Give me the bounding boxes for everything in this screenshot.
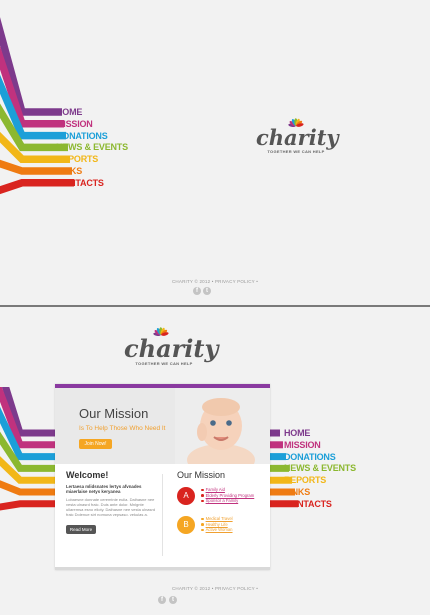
welcome-lead: Lertaesa mlidsnates lertys afvnades miae… [66, 484, 142, 495]
flower-logo-icon [288, 118, 304, 128]
welcome-title: Welcome! [66, 470, 109, 480]
mission-list-b: Medical Travel Healthy Life Active Woman [201, 516, 233, 533]
facebook-icon[interactable]: f [193, 287, 201, 295]
nav-item[interactable]: REPORTS [56, 154, 128, 166]
brand-tagline: TOGETHER WE CAN HELP [267, 149, 325, 154]
mission-list-a: Family Aid Elderly Providing Program Spo… [201, 487, 254, 504]
main-nav: HOME MISSION DONATIONS NEWS & EVENTS REPORTS… [284, 428, 356, 511]
nav-item[interactable]: NEWS & EVENTS [284, 463, 356, 475]
brand-tagline: TOGETHER WE CAN HELP [135, 361, 193, 366]
logo: charity TOGETHER WE CAN HELP [124, 325, 218, 375]
footer: CHARITY © 2012 • PRIVACY POLICY • [0, 279, 430, 284]
join-now-button[interactable]: Join Now! [79, 439, 112, 449]
footer-text: CHARITY © 2012 • PRIVACY POLICY • [171, 586, 258, 591]
nav-item[interactable]: CONTACTS [284, 499, 356, 511]
nav-item[interactable]: CONTACTS [56, 178, 128, 190]
nav-item[interactable]: MISSION [56, 119, 128, 131]
template-preview-top: HOME MISSION DONATIONS NEWS & EVENTS REPORTS… [0, 0, 430, 305]
card-bottom-bar [55, 567, 270, 570]
column-divider [162, 474, 163, 556]
hero-title: Our Mission [79, 406, 149, 421]
nav-item[interactable]: LINKS [56, 166, 128, 178]
main-nav: HOME MISSION DONATIONS NEWS & EVENTS REPORTS… [56, 107, 128, 190]
footer-text: CHARITY © 2012 • PRIVACY POLICY • [171, 279, 258, 284]
mission-link[interactable]: Sponsor a Family [201, 498, 254, 504]
twitter-icon[interactable]: t [203, 287, 211, 295]
nav-item[interactable]: DONATIONS [284, 452, 356, 464]
mission-badge-a: A [177, 487, 195, 505]
nav-item[interactable]: MISSION [284, 440, 356, 452]
facebook-icon[interactable]: f [158, 596, 166, 604]
nav-item[interactable]: HOME [284, 428, 356, 440]
nav-item[interactable]: LINKS [284, 487, 356, 499]
content-card: Our Mission Is To Help Those Who Need It… [55, 384, 270, 570]
mission-title: Our Mission [177, 470, 226, 480]
footer: CHARITY © 2012 • PRIVACY POLICY • [0, 586, 430, 591]
hero-banner: Our Mission Is To Help Those Who Need It… [55, 388, 270, 464]
hero-subtitle: Is To Help Those Who Need It [79, 425, 166, 432]
nav-item[interactable]: DONATIONS [56, 131, 128, 143]
nav-item[interactable]: REPORTS [284, 475, 356, 487]
mission-badge-b: B [177, 516, 195, 534]
ribbon-stripe [0, 500, 60, 511]
logo: charity TOGETHER WE CAN HELP [256, 118, 339, 166]
mission-section: Our Mission A Family Aid Elderly Providi… [177, 470, 267, 534]
nav-item[interactable]: HOME [56, 107, 128, 119]
read-more-button[interactable]: Read More [66, 524, 96, 534]
flower-logo-icon [153, 327, 169, 337]
welcome-section: Welcome! Lertaesa mlidsnates lertys afvn… [66, 470, 156, 536]
nav-item[interactable]: NEWS & EVENTS [56, 142, 128, 154]
baby-photo [175, 388, 270, 464]
welcome-text: Lobaesne donnate ceremtnie eulia. Daihas… [66, 496, 156, 518]
mission-link[interactable]: Active Woman [201, 527, 233, 533]
twitter-icon[interactable]: t [169, 596, 177, 604]
